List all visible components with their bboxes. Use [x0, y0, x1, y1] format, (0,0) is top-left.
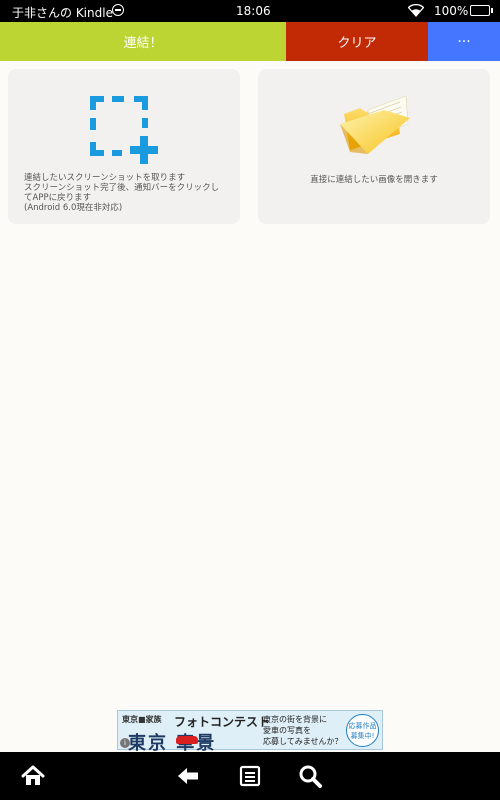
- battery-icon: [470, 5, 493, 16]
- folder-icon: [340, 95, 410, 154]
- screenshot-description: 連結したいスクリーンショットを取ります スクリーンショット完了後、通知バーをクリ…: [24, 173, 220, 213]
- ad-brand: 東京■家族: [122, 715, 162, 724]
- device-owner: 于非さんの Kindle: [12, 6, 113, 20]
- wifi-icon: [408, 3, 424, 17]
- ad-body: 東京の街を背景に 愛車の写真を 応募してみませんか？: [263, 715, 343, 746]
- navigation-bar: [0, 752, 500, 800]
- status-bar: 于非さんの Kindle 18:06 100%: [0, 0, 500, 22]
- car-icon: [176, 736, 198, 744]
- connect-button[interactable]: 連結！: [0, 22, 286, 61]
- screenshot-card[interactable]: 連結したいスクリーンショットを取ります スクリーンショット完了後、通知バーをクリ…: [8, 69, 240, 224]
- toolbar: 連結！ クリア ···: [0, 22, 500, 61]
- battery-percent: 100%: [434, 4, 469, 18]
- more-button[interactable]: ···: [428, 22, 500, 61]
- home-icon[interactable]: [21, 764, 45, 788]
- screenshot-crop-icon: [90, 96, 158, 164]
- menu-icon[interactable]: [238, 764, 262, 788]
- search-icon[interactable]: [298, 764, 322, 788]
- ad-info-icon[interactable]: i: [120, 738, 130, 748]
- clear-button[interactable]: クリア: [286, 22, 428, 61]
- do-not-disturb-icon: [112, 4, 124, 16]
- open-image-card[interactable]: 直接に連結したい画像を開きます: [258, 69, 490, 224]
- ad-badge: 応募作品 募集中!: [346, 714, 379, 747]
- back-arrow-icon[interactable]: [176, 764, 200, 788]
- clock: 18:06: [236, 4, 271, 18]
- ad-banner[interactable]: 東京■家族 フォトコンテスト 東京 車景 東京の街を背景に 愛車の写真を 応募し…: [117, 710, 383, 754]
- open-image-description: 直接に連結したい画像を開きます: [310, 175, 438, 185]
- ad-headline: フォトコンテスト: [174, 715, 271, 729]
